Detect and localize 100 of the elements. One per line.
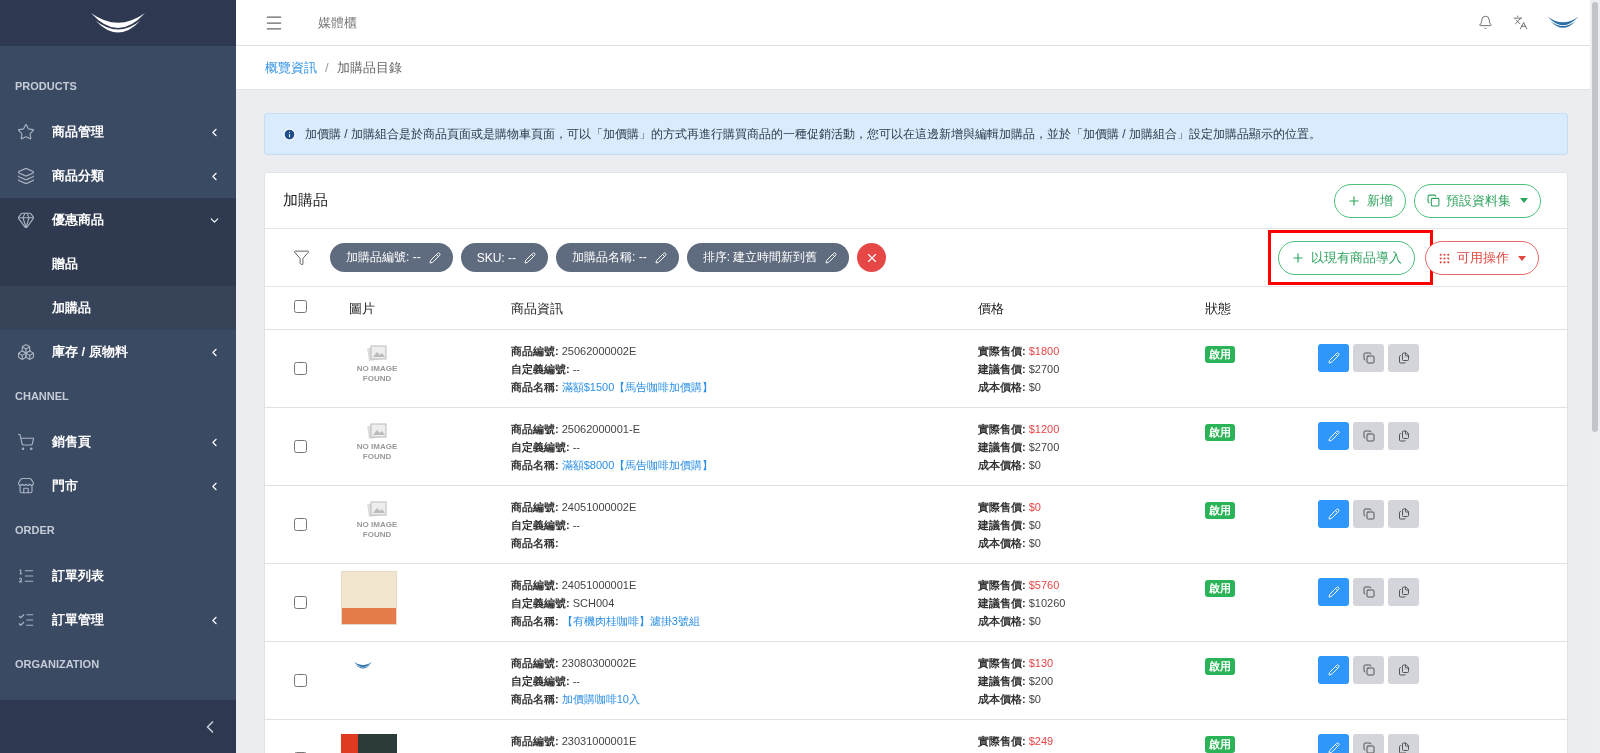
caret-icon: [1518, 255, 1526, 261]
files-icon: [1397, 586, 1410, 598]
column-header: 狀態: [1205, 300, 1232, 318]
breadcrumb-link[interactable]: 概覽資訊: [265, 58, 317, 77]
column-header: 圖片: [349, 300, 376, 318]
duplicate-button[interactable]: [1388, 344, 1419, 372]
status-badge: 啟用: [1205, 346, 1235, 363]
column-header: 價格: [978, 300, 1005, 318]
status-badge: 啟用: [1205, 658, 1235, 675]
sidebar-item[interactable]: 商品分類: [0, 154, 236, 198]
product-info-line: 自定義編號: --: [511, 362, 581, 377]
translate-icon[interactable]: [1513, 15, 1528, 30]
sidebar-item[interactable]: 門市: [0, 464, 236, 508]
image-icon: [366, 422, 388, 442]
product-info-line: 自定義編號: --: [511, 674, 581, 689]
duplicate-button[interactable]: [1388, 656, 1419, 684]
section-heading: PRODUCTS: [14, 79, 78, 94]
row-checkbox[interactable]: [294, 362, 307, 375]
pencil-icon: [428, 251, 441, 264]
alert-text: 加價購 / 加購組合是於商品頁面或是購物車頁面，可以「加價購」的方式再進行購買商品的一種促銷活動，您可以在這邊新增與編輯加購品，並於「加價購 / 加購組合」設定加購品顯示的位置。: [305, 125, 1321, 143]
price-line: 成本價格: $0: [978, 692, 1042, 707]
pencil-icon: [654, 251, 667, 264]
bell-icon[interactable]: [1478, 15, 1493, 30]
pencil-icon: [1327, 430, 1340, 442]
price-line: 實際售價: $0: [978, 500, 1042, 515]
sidebar-item[interactable]: 優惠商品: [0, 198, 236, 242]
product-info-line: 自定義編號: SCH004: [511, 596, 616, 611]
no-image-text: NO IMAGE FOUND: [355, 520, 399, 540]
filter-chip[interactable]: 加購品編號: --: [330, 243, 453, 272]
row-checkbox[interactable]: [294, 518, 307, 531]
sidebar-item[interactable]: 銷售頁: [0, 420, 236, 464]
pencil-icon: [1327, 352, 1340, 364]
product-info-line: 商品名稱: 滿額$1500【馬告咖啡加價購】: [511, 380, 715, 395]
pencil-icon: [825, 251, 838, 264]
duplicate-button[interactable]: [1388, 500, 1419, 528]
price-line: 實際售價: $130: [978, 656, 1055, 671]
edit-button[interactable]: [1318, 578, 1349, 606]
plus-icon: [1347, 193, 1361, 208]
files-icon: [1397, 664, 1410, 676]
price-line: 實際售價: $249: [978, 734, 1055, 749]
edit-button[interactable]: [1318, 500, 1349, 528]
copy-button[interactable]: [1353, 578, 1384, 606]
sidebar-item[interactable]: 訂單列表: [0, 554, 236, 598]
no-image-text: NO IMAGE FOUND: [355, 364, 399, 384]
price-line: 建議售價: $0: [978, 518, 1042, 533]
files-icon: [1397, 430, 1410, 442]
product-info-line: 商品編號: 24051000002E: [511, 500, 638, 515]
image-icon: [366, 344, 388, 364]
image-icon: [366, 500, 388, 520]
select-all-checkbox[interactable]: [294, 300, 307, 313]
price-line: 實際售價: $1800: [978, 344, 1061, 359]
edit-button[interactable]: [1318, 344, 1349, 372]
status-badge: 啟用: [1205, 502, 1235, 519]
row-checkbox[interactable]: [294, 596, 307, 609]
price-line: 實際售價: $1200: [978, 422, 1061, 437]
pencil-icon: [1327, 586, 1340, 598]
filter-chip[interactable]: 加購品名稱: --: [556, 243, 679, 272]
status-badge: 啟用: [1205, 580, 1235, 597]
row-checkbox[interactable]: [294, 440, 307, 453]
actions-dropdown[interactable]: 可用操作: [1425, 241, 1539, 275]
sidebar-subitem[interactable]: 加購品: [0, 286, 236, 330]
edit-button[interactable]: [1318, 656, 1349, 684]
caret-icon: [1520, 198, 1528, 203]
copy-button[interactable]: [1353, 422, 1384, 450]
copy-button[interactable]: [1353, 500, 1384, 528]
price-line: 成本價格: $0: [978, 458, 1042, 473]
price-line: 建議售價: $2700: [978, 440, 1061, 455]
filter-chip[interactable]: SKU: --: [460, 243, 548, 272]
grid-icon: [1438, 251, 1451, 265]
copy-icon: [1427, 194, 1440, 207]
product-info-line: 商品編號: 25062000002E: [511, 344, 638, 359]
row-checkbox[interactable]: [294, 674, 307, 687]
status-badge: 啟用: [1205, 736, 1235, 753]
section-heading: CHANNEL: [14, 389, 70, 404]
sidebar-item[interactable]: 庫存 / 原物料: [0, 330, 236, 374]
product-info-line: 商品編號: 23080300002E: [511, 656, 638, 671]
price-line: 建議售價: $10260: [978, 596, 1067, 611]
files-icon: [1397, 742, 1410, 753]
sidebar-item[interactable]: 訂單管理: [0, 598, 236, 642]
sidebar-item[interactable]: 商品管理: [0, 110, 236, 154]
pencil-icon: [1327, 508, 1340, 520]
filter-chip[interactable]: 排序: 建立時間新到舊: [686, 243, 850, 272]
product-info-line: 商品名稱:: [511, 536, 560, 551]
duplicate-button[interactable]: [1388, 578, 1419, 606]
duplicate-button[interactable]: [1388, 422, 1419, 450]
clear-filters-button[interactable]: [857, 243, 887, 272]
copy-icon: [1362, 664, 1375, 676]
product-info-line: 自定義編號: --: [511, 518, 581, 533]
column-header: 商品資訊: [511, 300, 564, 318]
sidebar-subitem[interactable]: 贈品: [0, 242, 236, 286]
edit-button[interactable]: [1318, 422, 1349, 450]
pencil-icon: [1327, 664, 1340, 676]
product-info-line: 商品名稱: 滿額$8000【馬告咖啡加價購】: [511, 458, 715, 473]
filter-icon[interactable]: [293, 249, 310, 266]
price-line: 建議售價: $200: [978, 674, 1055, 689]
price-line: 成本價格: $0: [978, 614, 1042, 629]
copy-button[interactable]: [1353, 656, 1384, 684]
copy-button[interactable]: [1353, 344, 1384, 372]
price-line: 成本價格: $0: [978, 380, 1042, 395]
status-badge: 啟用: [1205, 424, 1235, 441]
